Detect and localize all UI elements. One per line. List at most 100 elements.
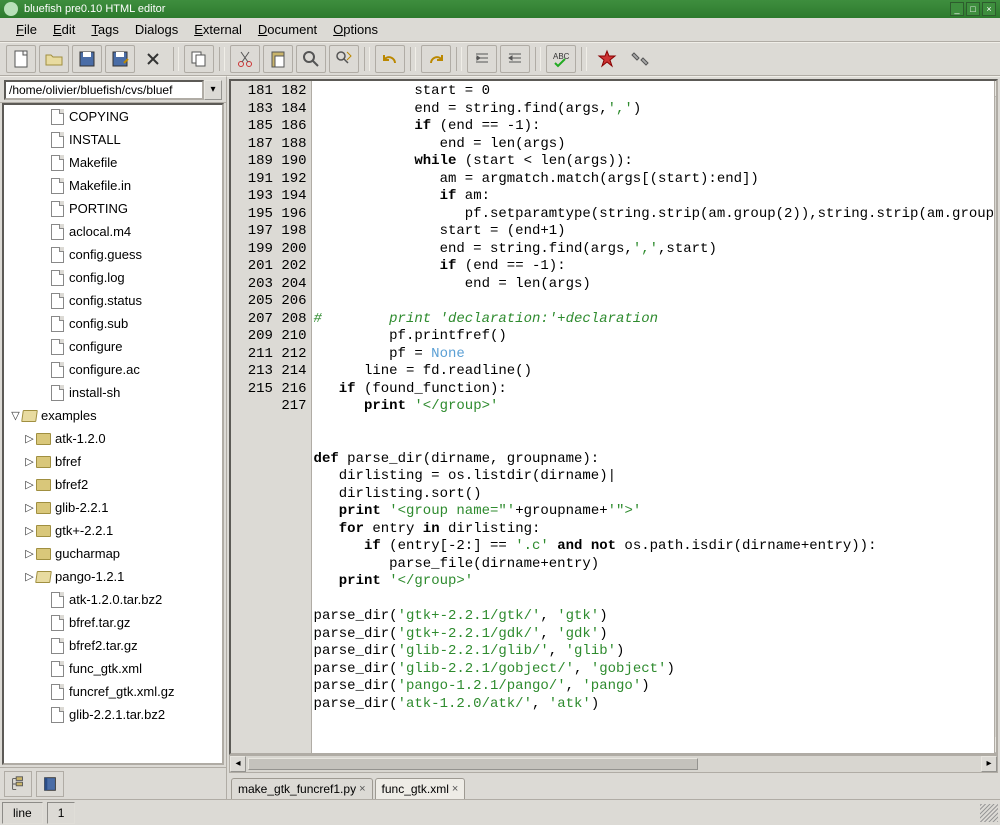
tree-item-label: configure.ac	[69, 362, 140, 377]
tree-item-label: bfref.tar.gz	[69, 615, 130, 630]
file-tree[interactable]: COPYINGINSTALLMakefileMakefile.inPORTING…	[2, 103, 224, 765]
tree-item-label: config.sub	[69, 316, 128, 331]
paste-button[interactable]	[263, 45, 293, 73]
replace-button[interactable]	[329, 45, 359, 73]
document-tab[interactable]: func_gtk.xml×	[375, 778, 466, 799]
tree-item[interactable]: configure	[4, 335, 222, 358]
status-line-label: line	[2, 802, 43, 824]
document-tab[interactable]: make_gtk_funcref1.py×	[231, 778, 373, 799]
horizontal-scrollbar[interactable]: ◂ ▸	[229, 755, 998, 773]
tree-item[interactable]: ▷bfref2	[4, 473, 222, 496]
tree-item[interactable]: func_gtk.xml	[4, 657, 222, 680]
tree-item[interactable]: Makefile	[4, 151, 222, 174]
spellcheck-icon: ABC	[551, 49, 571, 69]
unindent-button[interactable]	[467, 45, 497, 73]
indent-button[interactable]	[500, 45, 530, 73]
folder-open-icon	[35, 569, 51, 585]
scroll-right-button[interactable]: ▸	[981, 756, 997, 772]
spellcheck-button[interactable]: ABC	[546, 45, 576, 73]
vertical-scrollbar[interactable]: ▴ ▾	[994, 81, 996, 753]
tree-item[interactable]: config.status	[4, 289, 222, 312]
tree-item[interactable]: ▷ gtk+-2.2.1	[4, 519, 222, 542]
cut-button[interactable]	[230, 45, 260, 73]
tree-twisty-icon[interactable]: ▷	[24, 570, 35, 583]
save-button[interactable]	[72, 45, 102, 73]
path-bar: ▾	[0, 77, 226, 103]
file-icon	[49, 684, 65, 700]
minimize-button[interactable]: _	[950, 2, 964, 16]
tree-item[interactable]: install-sh	[4, 381, 222, 404]
bookmarks-tab-button[interactable]	[36, 771, 64, 797]
document-tabs: make_gtk_funcref1.py×func_gtk.xml×	[227, 773, 1000, 799]
tree-item[interactable]: ▷ atk-1.2.0	[4, 427, 222, 450]
tree-item[interactable]: config.log	[4, 266, 222, 289]
tab-close-icon[interactable]: ×	[452, 783, 458, 795]
filebrowser-tab-button[interactable]	[4, 771, 32, 797]
tree-item[interactable]: PORTING	[4, 197, 222, 220]
menu-dialogs[interactable]: Dialogs	[127, 20, 186, 39]
undo-button[interactable]	[375, 45, 405, 73]
tree-item[interactable]: ▽examples	[4, 404, 222, 427]
tree-item[interactable]: config.sub	[4, 312, 222, 335]
scroll-thumb[interactable]	[997, 361, 998, 581]
saveas-button[interactable]	[105, 45, 135, 73]
menubar: File Edit Tags Dialogs External Document…	[0, 18, 1000, 42]
tree-item[interactable]: ▷pango-1.2.1	[4, 565, 222, 588]
menu-options[interactable]: Options	[325, 20, 386, 39]
tree-twisty-icon[interactable]: ▷	[24, 432, 35, 445]
tree-twisty-icon[interactable]: ▷	[24, 524, 35, 537]
scroll-up-button[interactable]: ▴	[995, 81, 997, 97]
toolbar: ABC	[0, 42, 1000, 76]
tree-item[interactable]: atk-1.2.0.tar.bz2	[4, 588, 222, 611]
scroll-down-button[interactable]: ▾	[995, 737, 997, 753]
tree-item[interactable]: configure.ac	[4, 358, 222, 381]
open-button[interactable]	[39, 45, 69, 73]
find-button[interactable]	[296, 45, 326, 73]
tree-item[interactable]: glib-2.2.1.tar.bz2	[4, 703, 222, 726]
tree-item[interactable]: ▷gucharmap	[4, 542, 222, 565]
line-number-gutter: 181 182 183 184 185 186 187 188 189 190 …	[231, 81, 312, 753]
tree-twisty-icon[interactable]: ▷	[24, 547, 35, 560]
tree-item[interactable]: Makefile.in	[4, 174, 222, 197]
code-editor[interactable]: start = 0 end = string.find(args,',') if…	[312, 81, 995, 753]
tree-item[interactable]: COPYING	[4, 105, 222, 128]
hscroll-thumb[interactable]	[248, 758, 698, 770]
tree-item[interactable]: ▷glib-2.2.1	[4, 496, 222, 519]
scroll-left-button[interactable]: ◂	[230, 756, 246, 772]
file-icon	[49, 316, 65, 332]
tree-twisty-icon[interactable]: ▷	[24, 455, 35, 468]
path-input[interactable]	[4, 80, 204, 100]
new-button[interactable]	[6, 45, 36, 73]
tree-item[interactable]: INSTALL	[4, 128, 222, 151]
tree-item-label: gtk+-2.2.1	[55, 523, 113, 538]
menu-external[interactable]: External	[186, 20, 250, 39]
close-button[interactable]: ×	[982, 2, 996, 16]
tree-item[interactable]: bfref.tar.gz	[4, 611, 222, 634]
maximize-button[interactable]: □	[966, 2, 980, 16]
tree-item[interactable]: funcref_gtk.xml.gz	[4, 680, 222, 703]
copy-button[interactable]	[184, 45, 214, 73]
prefs-button[interactable]	[625, 45, 655, 73]
menu-document[interactable]: Document	[250, 20, 325, 39]
menu-edit[interactable]: Edit	[45, 20, 83, 39]
folder-icon	[35, 546, 51, 562]
statusbar: line 1	[0, 799, 1000, 825]
menu-file[interactable]: File	[8, 20, 45, 39]
menu-tags[interactable]: Tags	[83, 20, 126, 39]
redo-button[interactable]	[421, 45, 451, 73]
tree-twisty-icon[interactable]: ▷	[24, 478, 35, 491]
resize-grip-icon[interactable]	[980, 804, 998, 822]
tab-close-icon[interactable]: ×	[359, 783, 365, 795]
star-button[interactable]	[592, 45, 622, 73]
tree-item[interactable]: bfref2.tar.gz	[4, 634, 222, 657]
tree-twisty-icon[interactable]: ▽	[10, 409, 21, 422]
close-file-button[interactable]	[138, 45, 168, 73]
tree-twisty-icon[interactable]: ▷	[24, 501, 35, 514]
path-dropdown-button[interactable]: ▾	[204, 80, 222, 100]
tree-item[interactable]: config.guess	[4, 243, 222, 266]
tree-item-label: atk-1.2.0	[55, 431, 106, 446]
window-titlebar: bluefish pre0.10 HTML editor _ □ ×	[0, 0, 1000, 18]
folder-icon	[35, 523, 51, 539]
tree-item[interactable]: aclocal.m4	[4, 220, 222, 243]
tree-item[interactable]: ▷bfref	[4, 450, 222, 473]
